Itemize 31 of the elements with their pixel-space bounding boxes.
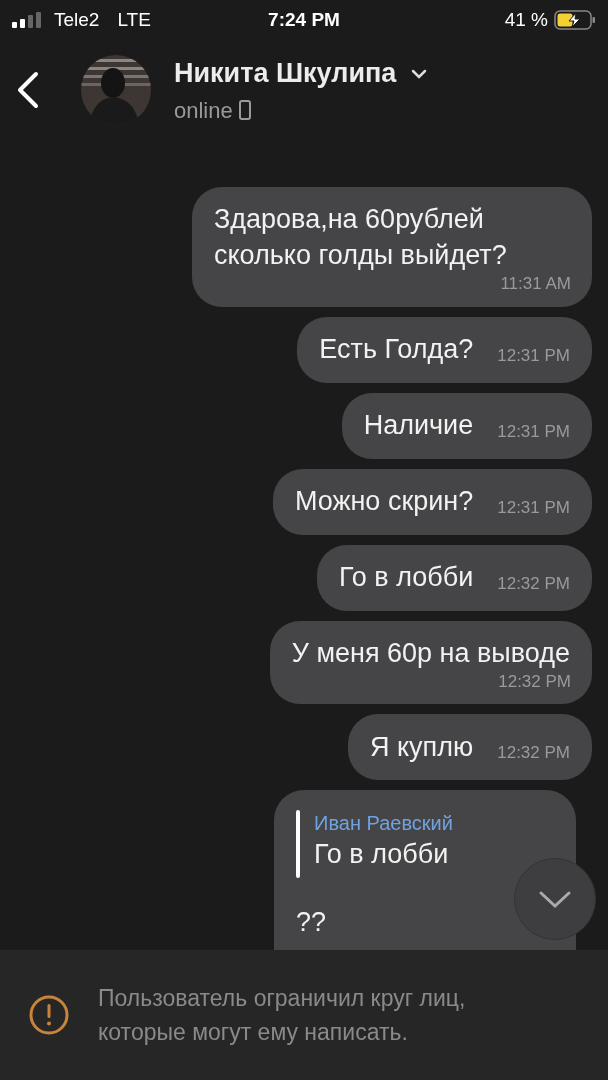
battery-percent: 41 % bbox=[504, 7, 548, 32]
clock: 7:24 PM bbox=[267, 7, 341, 32]
message-text: ?? bbox=[296, 906, 328, 939]
message-text: Го в лобби bbox=[338, 561, 474, 595]
message-time: 11:31 AM bbox=[499, 273, 571, 295]
message-text: У меня 60р на выводе bbox=[291, 636, 570, 670]
contact-status: online bbox=[174, 96, 233, 125]
signal-icon bbox=[12, 12, 44, 28]
message-text: Я куплю bbox=[370, 730, 474, 764]
message-time: 12:32 PM bbox=[497, 742, 570, 765]
notice-text: Пользователь ограничил круг лиц, которые могут ему написать. bbox=[98, 984, 467, 1047]
message-time: 12:31 PM bbox=[497, 344, 570, 367]
contact-name: Никита Шкулипа bbox=[174, 57, 397, 91]
phone-icon bbox=[238, 100, 251, 121]
chevron-down-icon[interactable] bbox=[410, 67, 429, 80]
message-time: 12:31 PM bbox=[497, 420, 570, 443]
message-text: Есть Голда? bbox=[319, 333, 474, 367]
back-icon bbox=[16, 70, 40, 110]
message-time: 12:31 PM bbox=[497, 496, 570, 519]
message-text: Можно скрин? bbox=[294, 485, 474, 519]
battery-icon bbox=[554, 10, 596, 30]
reply-text: Го в лобби bbox=[314, 838, 450, 871]
network-type: LTE bbox=[117, 7, 151, 32]
chevron-down-icon bbox=[538, 889, 572, 909]
warning-icon bbox=[28, 994, 70, 1036]
message-time: 12:32 PM bbox=[497, 670, 571, 693]
carrier-name: Tele2 bbox=[54, 7, 100, 32]
message-text: Наличие bbox=[363, 409, 474, 443]
message-time: 12:32 PM bbox=[497, 572, 570, 595]
message-text: Здарова,на 60рублей сколько голды выйдет? bbox=[214, 203, 508, 272]
reply-author: Иван Раевский bbox=[314, 811, 453, 836]
